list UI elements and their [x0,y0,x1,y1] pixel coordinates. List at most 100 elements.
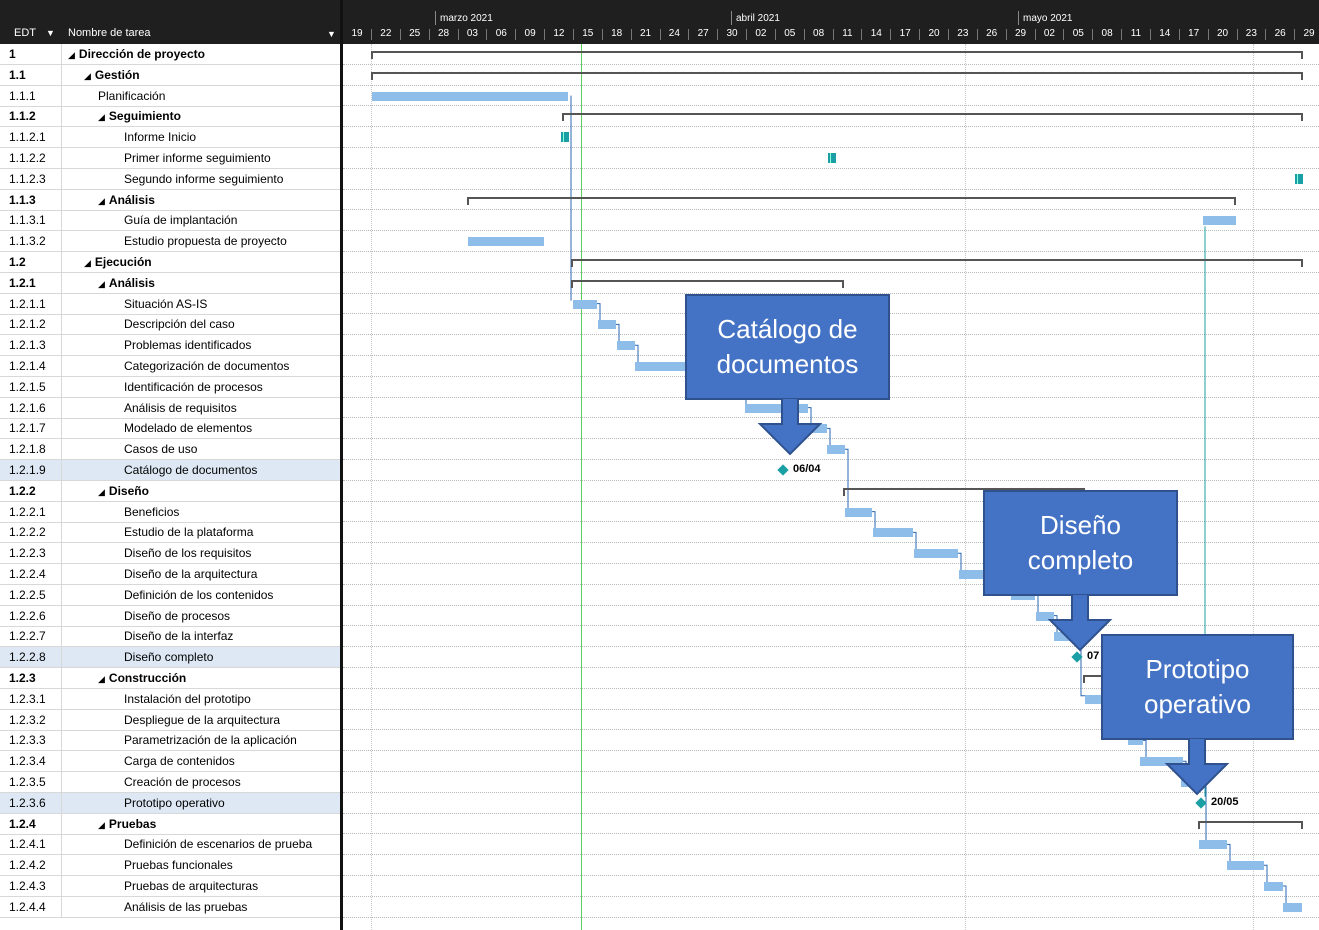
task-row[interactable]: 1.2.2 ◢ Diseño [0,480,340,502]
grid-row-line [343,167,1319,169]
collapse-toggle-icon[interactable]: ◢ [98,487,105,497]
summary-bar[interactable] [562,113,1303,122]
task-row[interactable]: 1.2.3.1 Instalación del prototipo [0,688,340,710]
task-row[interactable]: 1.2.1.3 Problemas identificados [0,335,340,357]
summary-bar[interactable] [467,196,1236,205]
day-separator [1178,29,1180,40]
summary-bar[interactable] [371,71,1303,80]
task-row[interactable]: 1.2.2.4 Diseño de la arquitectura [0,564,340,585]
task-name-column-header[interactable]: Nombre de tarea [68,27,151,39]
task-row[interactable]: 1.2.2.3 Diseño de los requisitos [0,543,340,565]
collapse-toggle-icon[interactable]: ◢ [84,258,91,268]
collapse-toggle-icon[interactable]: ◢ [98,112,105,122]
task-bar[interactable] [1283,902,1302,912]
task-row[interactable]: 1.2.4.1 Definición de escenarios de prueb… [0,834,340,856]
column-menu-icon[interactable]: ▼ [46,28,55,38]
milestone-diamond[interactable] [1195,797,1207,809]
task-row[interactable]: 1.2.3.2 Despliegue de la arquitectura [0,709,340,731]
task-row[interactable]: 1.2.1 ◢ Análisis [0,272,340,294]
task-row[interactable]: 1.1.1 Planificación [0,85,340,107]
task-row[interactable]: 1.2.4.4 Análisis de las pruebas [0,896,340,918]
task-row[interactable]: 1.2 ◢ Ejecución [0,252,340,273]
task-row[interactable]: 1.2.2.8 Diseño completo [0,647,340,669]
day-separator [1207,29,1209,40]
task-row[interactable]: 1.2.2.6 Diseño de procesos [0,605,340,627]
timescale-day: 05 [784,28,796,39]
collapse-toggle-icon[interactable]: ◢ [98,279,105,289]
task-row[interactable]: 1.1.2 ◢ Seguimiento [0,106,340,128]
task-row[interactable]: 1 ◢ Dirección de proyecto [0,44,340,65]
task-row[interactable]: 1.2.3.3 Parametrización de la aplicación [0,730,340,752]
task-edt: 1.1.2 [0,106,62,127]
task-row[interactable]: 1.2.3 ◢ Construcción [0,668,340,689]
callout-arrow [1164,738,1230,796]
summary-bar[interactable] [1198,820,1303,829]
task-row[interactable]: 1.2.3.5 Creación de procesos [0,772,340,793]
task-bar[interactable] [959,570,983,579]
task-row[interactable]: 1.1.3.2 Estudio propuesta de proyecto [0,231,340,253]
task-name-label: Diseño [108,483,149,498]
collapse-toggle-icon[interactable]: ◢ [98,820,105,830]
timescale-day: 03 [466,28,478,39]
task-row[interactable]: 1.2.3.4 Carga de contenidos [0,751,340,773]
report-milestone-bar[interactable] [1295,173,1303,184]
task-bar[interactable] [598,320,616,330]
task-row[interactable]: 1.2.1.8 Casos de uso [0,439,340,461]
task-bar[interactable] [873,528,913,538]
task-row[interactable]: 1.1 ◢ Gestión [0,64,340,86]
task-bar[interactable] [1227,861,1264,871]
grid-row-line [343,479,1319,481]
task-row[interactable]: 1.2.1.5 Identificación de procesos [0,376,340,398]
task-row[interactable]: 1.2.2.1 Beneficios [0,501,340,523]
collapse-toggle-icon[interactable]: ◢ [98,196,105,206]
task-bar[interactable] [1264,882,1283,891]
task-row[interactable]: 1.1.3.1 Guía de implantación [0,210,340,232]
task-row[interactable]: 1.2.3.6 Prototipo operativo [0,792,340,814]
task-row[interactable]: 1.2.1.6 Análisis de requisitos [0,397,340,419]
task-edt: 1.2.3.3 [0,730,62,751]
task-row[interactable]: 1.1.2.1 Informe Inicio [0,127,340,149]
collapse-toggle-icon[interactable]: ◢ [98,674,105,684]
task-bar[interactable] [845,507,872,517]
day-separator [1063,29,1065,40]
task-row[interactable]: 1.1.2.2 Primer informe seguimiento [0,148,340,169]
task-row[interactable]: 1.2.4.3 Pruebas de arquitecturas [0,876,340,897]
task-row[interactable]: 1.2.2.5 Definición de los contenidos [0,584,340,606]
milestone-diamond[interactable] [777,464,789,476]
column-filter-icon[interactable]: ▼ [327,29,336,39]
task-row[interactable]: 1.2.4.2 Pruebas funcionales [0,855,340,877]
task-bar[interactable] [573,299,597,309]
day-separator [948,29,949,40]
task-name: Descripción del caso [124,314,235,334]
task-row[interactable]: 1.2.2.2 Estudio de la plataforma [0,522,340,544]
day-separator [774,29,776,40]
summary-bar[interactable] [571,279,844,288]
task-row[interactable]: 1.1.2.3 Segundo informe seguimiento [0,168,340,190]
task-row[interactable]: 1.2.1.9 Catálogo de documentos [0,460,340,481]
report-milestone-bar[interactable] [828,153,836,163]
timescale-day: 12 [553,28,565,39]
task-row[interactable]: 1.2.2.7 Diseño de la interfaz [0,626,340,648]
task-bar[interactable] [1203,216,1236,226]
task-row[interactable]: 1.2.1.2 Descripción del caso [0,314,340,336]
grid-vertical-line [371,44,372,930]
task-bar[interactable] [372,91,568,101]
task-name: ◢ Análisis [98,273,155,293]
task-row[interactable]: 1.1.3 ◢ Análisis [0,189,340,211]
collapse-toggle-icon[interactable]: ◢ [84,71,91,81]
day-separator [1149,29,1151,40]
task-row[interactable]: 1.2.1.7 Modelado de elementos [0,418,340,440]
task-bar[interactable] [1199,840,1227,850]
collapse-toggle-icon[interactable]: ◢ [68,50,75,60]
report-milestone-bar[interactable] [561,132,569,143]
task-row[interactable]: 1.2.1.1 Situación AS-IS [0,293,340,315]
task-row[interactable]: 1.2.1.4 Categorización de documentos [0,356,340,377]
task-bar[interactable] [617,341,635,351]
task-row[interactable]: 1.2.4 ◢ Pruebas [0,813,340,835]
edt-column-header[interactable]: EDT [14,27,36,39]
task-bar[interactable] [468,237,544,247]
summary-bar[interactable] [571,259,1303,267]
summary-bar[interactable] [371,51,1303,59]
task-bar[interactable] [914,549,958,559]
task-edt: 1.2.2 [0,480,62,501]
